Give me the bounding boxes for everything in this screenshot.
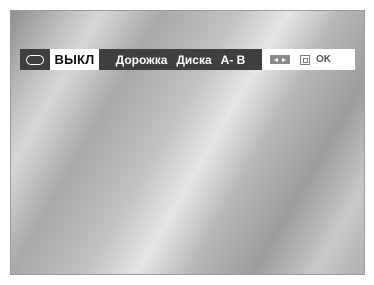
left-right-arrows-icon	[270, 55, 290, 64]
repeat-button[interactable]	[20, 49, 50, 70]
repeat-status-off[interactable]: ВЫКЛ	[50, 49, 99, 70]
repeat-status-label: ВЫКЛ	[54, 52, 95, 67]
enter-icon	[300, 54, 310, 65]
repeat-mode-track[interactable]: Дорожка	[116, 53, 168, 67]
repeat-mode-options: Дорожка Диска A- B	[99, 49, 262, 70]
repeat-mode-disc[interactable]: Диска	[176, 53, 211, 67]
repeat-osd-bar: ВЫКЛ Дорожка Диска A- B OK	[20, 49, 355, 70]
osd-control-hints: OK	[262, 49, 355, 70]
repeat-mode-a-b[interactable]: A- B	[221, 53, 246, 67]
tv-screen: ВЫКЛ Дорожка Диска A- B OK	[10, 10, 365, 275]
ok-label: OK	[316, 54, 331, 65]
repeat-icon	[26, 54, 44, 65]
